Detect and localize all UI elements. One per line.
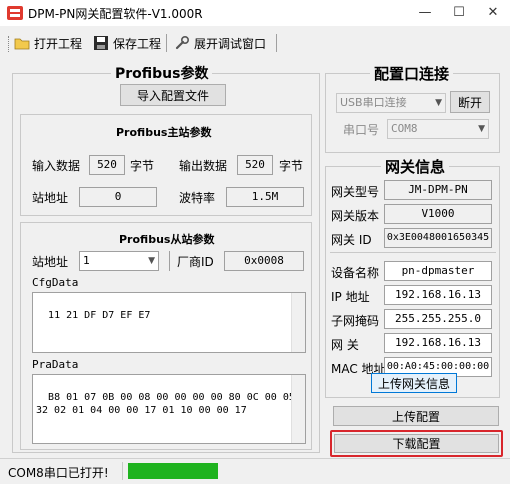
chevron-down-icon: ▼ — [435, 98, 442, 108]
slave-group-title: Profibus从站参数 — [119, 233, 215, 246]
toolbar-grip — [8, 36, 11, 52]
cfgdata-label: CfgData — [32, 276, 79, 289]
divider — [330, 252, 496, 253]
folder-icon — [14, 38, 30, 50]
scrollbar[interactable] — [291, 293, 305, 352]
gateway-version-label: 网关版本 — [331, 209, 380, 223]
status-indicator — [128, 463, 218, 479]
title-bar: DPM-PN网关配置软件-V1.000R — ☐ ✕ — [0, 0, 510, 26]
gateway-info-title: 网关信息 — [381, 156, 450, 177]
gateway-field[interactable]: 192.168.16.13 — [384, 333, 492, 353]
gateway-label: 网 关 — [331, 338, 359, 352]
subnet-mask-field[interactable]: 255.255.255.0 — [384, 309, 492, 329]
open-project-label: 打开工程 — [34, 36, 83, 51]
master-group-title: Profibus主站参数 — [116, 126, 212, 139]
maximize-button[interactable]: ☐ — [442, 0, 476, 26]
connection-type-select[interactable]: USB串口连接 ▼ — [336, 93, 446, 113]
input-data-unit: 字节 — [130, 159, 155, 173]
input-data-label: 输入数据 — [32, 159, 81, 173]
gateway-model-label: 网关型号 — [331, 185, 380, 199]
chevron-down-icon: ▼ — [478, 124, 485, 134]
serial-port-label: 串口号 — [343, 123, 380, 137]
baud-rate-label: 波特率 — [179, 191, 216, 205]
upload-gateway-info-button[interactable]: 上传网关信息 — [371, 373, 457, 393]
slave-station-select[interactable]: 1 ▼ — [79, 251, 159, 271]
minimize-button[interactable]: — — [408, 0, 442, 26]
status-text: COM8串口已打开! — [8, 466, 109, 480]
chevron-down-icon: ▼ — [148, 256, 155, 266]
gateway-model-field: JM-DPM-PN — [384, 180, 492, 200]
slave-station-value: 1 — [83, 254, 90, 267]
serial-port-value: COM8 — [391, 122, 418, 135]
disconnect-button[interactable]: 断开 — [450, 91, 490, 113]
status-bar: COM8串口已打开! — [0, 458, 510, 484]
output-data-unit: 字节 — [279, 159, 304, 173]
close-button[interactable]: ✕ — [476, 0, 510, 26]
gateway-id-label: 网关 ID — [331, 233, 372, 247]
serial-port-select[interactable]: COM8 ▼ — [387, 119, 489, 139]
ip-address-field[interactable]: 192.168.16.13 — [384, 285, 492, 305]
open-debug-window-label: 展开调试窗口 — [194, 36, 267, 51]
station-address-field[interactable]: 0 — [79, 187, 157, 207]
cfgdata-value: 11 21 DF D7 EF E7 — [48, 310, 151, 321]
gateway-version-field: V1000 — [384, 204, 492, 224]
baud-rate-field[interactable]: 1.5M — [226, 187, 304, 207]
station-address-label: 站地址 — [32, 191, 69, 205]
vendor-id-field[interactable]: 0x0008 — [224, 251, 304, 271]
cfgdata-textarea[interactable]: 11 21 DF D7 EF E7 — [32, 292, 306, 353]
divider — [169, 251, 170, 271]
output-data-field[interactable]: 520 — [237, 155, 273, 175]
download-config-button[interactable]: 下载配置 — [334, 434, 499, 453]
toolbar-separator — [276, 34, 277, 52]
pradata-label: PraData — [32, 358, 79, 371]
input-data-field[interactable]: 520 — [89, 155, 125, 175]
ip-address-label: IP 地址 — [331, 290, 370, 304]
app-icon — [7, 6, 23, 20]
subnet-mask-label: 子网掩码 — [331, 314, 380, 328]
vendor-id-label: 厂商ID — [177, 255, 214, 269]
output-data-label: 输出数据 — [179, 159, 228, 173]
save-project-button[interactable]: 保存工程 — [93, 33, 161, 53]
save-icon — [94, 36, 108, 50]
wrench-icon — [175, 35, 190, 50]
upload-config-button[interactable]: 上传配置 — [333, 406, 499, 426]
config-port-group — [325, 73, 500, 153]
open-project-button[interactable]: 打开工程 — [14, 33, 82, 53]
slave-station-label: 站地址 — [32, 255, 69, 269]
connection-type-value: USB串口连接 — [340, 96, 407, 109]
open-debug-window-button[interactable]: 展开调试窗口 — [174, 33, 266, 53]
import-config-button[interactable]: 导入配置文件 — [120, 84, 226, 106]
save-project-label: 保存工程 — [113, 36, 162, 51]
device-name-label: 设备名称 — [331, 266, 380, 280]
divider — [122, 462, 123, 480]
window-title: DPM-PN网关配置软件-V1.000R — [28, 7, 203, 21]
profibus-group-title: Profibus参数 — [111, 63, 213, 83]
toolbar: 打开工程 保存工程 展开调试窗口 — [0, 28, 510, 56]
toolbar-separator — [166, 34, 167, 52]
config-port-title: 配置口连接 — [370, 63, 454, 84]
pradata-value: B8 01 07 0B 00 08 00 00 00 00 80 0C 00 0… — [36, 392, 295, 416]
gateway-id-field: 0x3E0048001650345 — [384, 228, 492, 248]
pradata-textarea[interactable]: B8 01 07 0B 00 08 00 00 00 00 80 0C 00 0… — [32, 374, 306, 444]
device-name-field[interactable]: pn-dpmaster — [384, 261, 492, 281]
scrollbar[interactable] — [291, 375, 305, 443]
